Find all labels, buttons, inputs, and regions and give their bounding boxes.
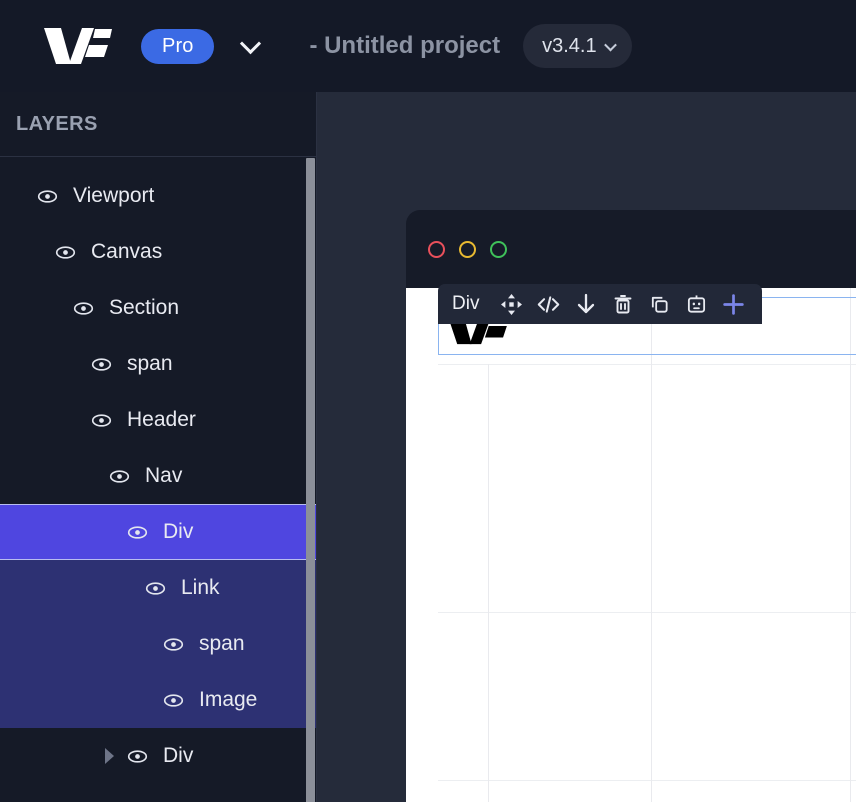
vi-logo-icon[interactable]: [44, 24, 122, 68]
element-toolbar: Div: [438, 284, 763, 324]
eye-icon[interactable]: [91, 357, 112, 372]
visibility-toggle[interactable]: [122, 749, 152, 764]
code-icon: [538, 295, 560, 313]
layer-row-div-10[interactable]: Div: [0, 728, 316, 784]
move-icon: [501, 293, 523, 315]
layer-row-header-4[interactable]: Header: [0, 392, 316, 448]
move-down-button[interactable]: [567, 285, 604, 323]
eye-icon[interactable]: [91, 413, 112, 428]
robot-icon: [688, 294, 706, 313]
eye-icon[interactable]: [163, 693, 184, 708]
layer-row-div-11[interactable]: Div: [0, 784, 316, 802]
layer-tree[interactable]: Viewport Canvas Section span Header Nav Div Lin…: [0, 157, 316, 802]
eye-icon[interactable]: [73, 301, 94, 316]
add-element-button[interactable]: [715, 285, 752, 323]
plan-badge[interactable]: Pro: [141, 28, 215, 64]
duplicate-icon: [652, 296, 669, 313]
visibility-toggle[interactable]: [86, 413, 116, 428]
move-button[interactable]: [493, 285, 530, 323]
visibility-toggle[interactable]: [32, 189, 62, 204]
version-selector[interactable]: v3.4.1: [523, 24, 632, 68]
preview-content: [438, 288, 856, 802]
version-label: v3.4.1: [542, 34, 597, 57]
layer-label: Header: [127, 408, 196, 431]
code-button[interactable]: [530, 285, 567, 323]
layer-row-canvas-1[interactable]: Canvas: [0, 224, 316, 280]
layer-row-span-3[interactable]: span: [0, 336, 316, 392]
layer-tree-scrollbar[interactable]: [306, 158, 315, 802]
preview-page[interactable]: [406, 288, 856, 802]
delete-button[interactable]: [604, 285, 641, 323]
vi-editor-window: Pro - Untitled project v3.4.1 LAYERS Vie…: [0, 0, 856, 802]
visibility-toggle[interactable]: [140, 581, 170, 596]
layer-row-section-2[interactable]: Section: [0, 280, 316, 336]
layer-label: Section: [109, 296, 180, 319]
close-dot-icon[interactable]: [428, 240, 445, 258]
chevron-right-icon[interactable]: [96, 748, 122, 764]
element-tag-label[interactable]: Div: [452, 293, 479, 315]
layer-row-span-8[interactable]: span: [0, 616, 316, 672]
visibility-toggle[interactable]: [122, 525, 152, 540]
eye-icon[interactable]: [37, 189, 58, 204]
ai-assistant-button[interactable]: [678, 285, 715, 323]
visibility-toggle[interactable]: [158, 693, 188, 708]
layer-row-link-7[interactable]: Link: [0, 560, 316, 616]
maximize-dot-icon[interactable]: [490, 240, 507, 258]
account-menu-button[interactable]: [236, 32, 264, 60]
layer-row-div-6[interactable]: Div: [0, 504, 316, 560]
chevron-down-icon: [603, 38, 617, 51]
visibility-toggle[interactable]: [104, 469, 134, 484]
minimize-dot-icon[interactable]: [459, 240, 476, 258]
layer-label: span: [199, 632, 245, 655]
chevron-down-icon: [239, 32, 262, 54]
layer-label: span: [127, 352, 173, 375]
plus-icon: [723, 293, 745, 315]
eye-icon[interactable]: [163, 637, 184, 652]
layer-label: Div: [163, 520, 194, 543]
top-bar: Pro - Untitled project v3.4.1: [0, 0, 856, 92]
layer-label: Viewport: [73, 184, 155, 207]
canvas-area[interactable]: [317, 92, 856, 802]
layer-label: Link: [181, 576, 220, 599]
duplicate-button[interactable]: [641, 285, 678, 323]
layer-row-nav-5[interactable]: Nav: [0, 448, 316, 504]
layer-row-viewport-0[interactable]: Viewport: [0, 168, 316, 224]
layer-label: Canvas: [91, 240, 163, 263]
layer-label: Div: [163, 744, 194, 767]
layers-panel-header: LAYERS: [0, 92, 316, 157]
project-title[interactable]: - Untitled project: [309, 32, 500, 60]
visibility-toggle[interactable]: [86, 357, 116, 372]
eye-icon[interactable]: [145, 581, 166, 596]
trash-icon: [614, 295, 632, 314]
eye-icon[interactable]: [109, 469, 130, 484]
eye-icon[interactable]: [55, 245, 76, 260]
layer-label: Nav: [145, 464, 183, 487]
arrow-down-icon: [577, 293, 595, 314]
browser-chrome: [406, 210, 856, 288]
visibility-toggle[interactable]: [158, 637, 188, 652]
layer-label: Image: [199, 688, 258, 711]
layers-panel-title: LAYERS: [16, 112, 98, 135]
visibility-toggle[interactable]: [50, 245, 80, 260]
layers-panel: LAYERS Viewport Canvas Section span Header Na…: [0, 92, 317, 802]
visibility-toggle[interactable]: [68, 301, 98, 316]
layer-row-image-9[interactable]: Image: [0, 672, 316, 728]
eye-icon[interactable]: [127, 525, 148, 540]
eye-icon[interactable]: [127, 749, 148, 764]
